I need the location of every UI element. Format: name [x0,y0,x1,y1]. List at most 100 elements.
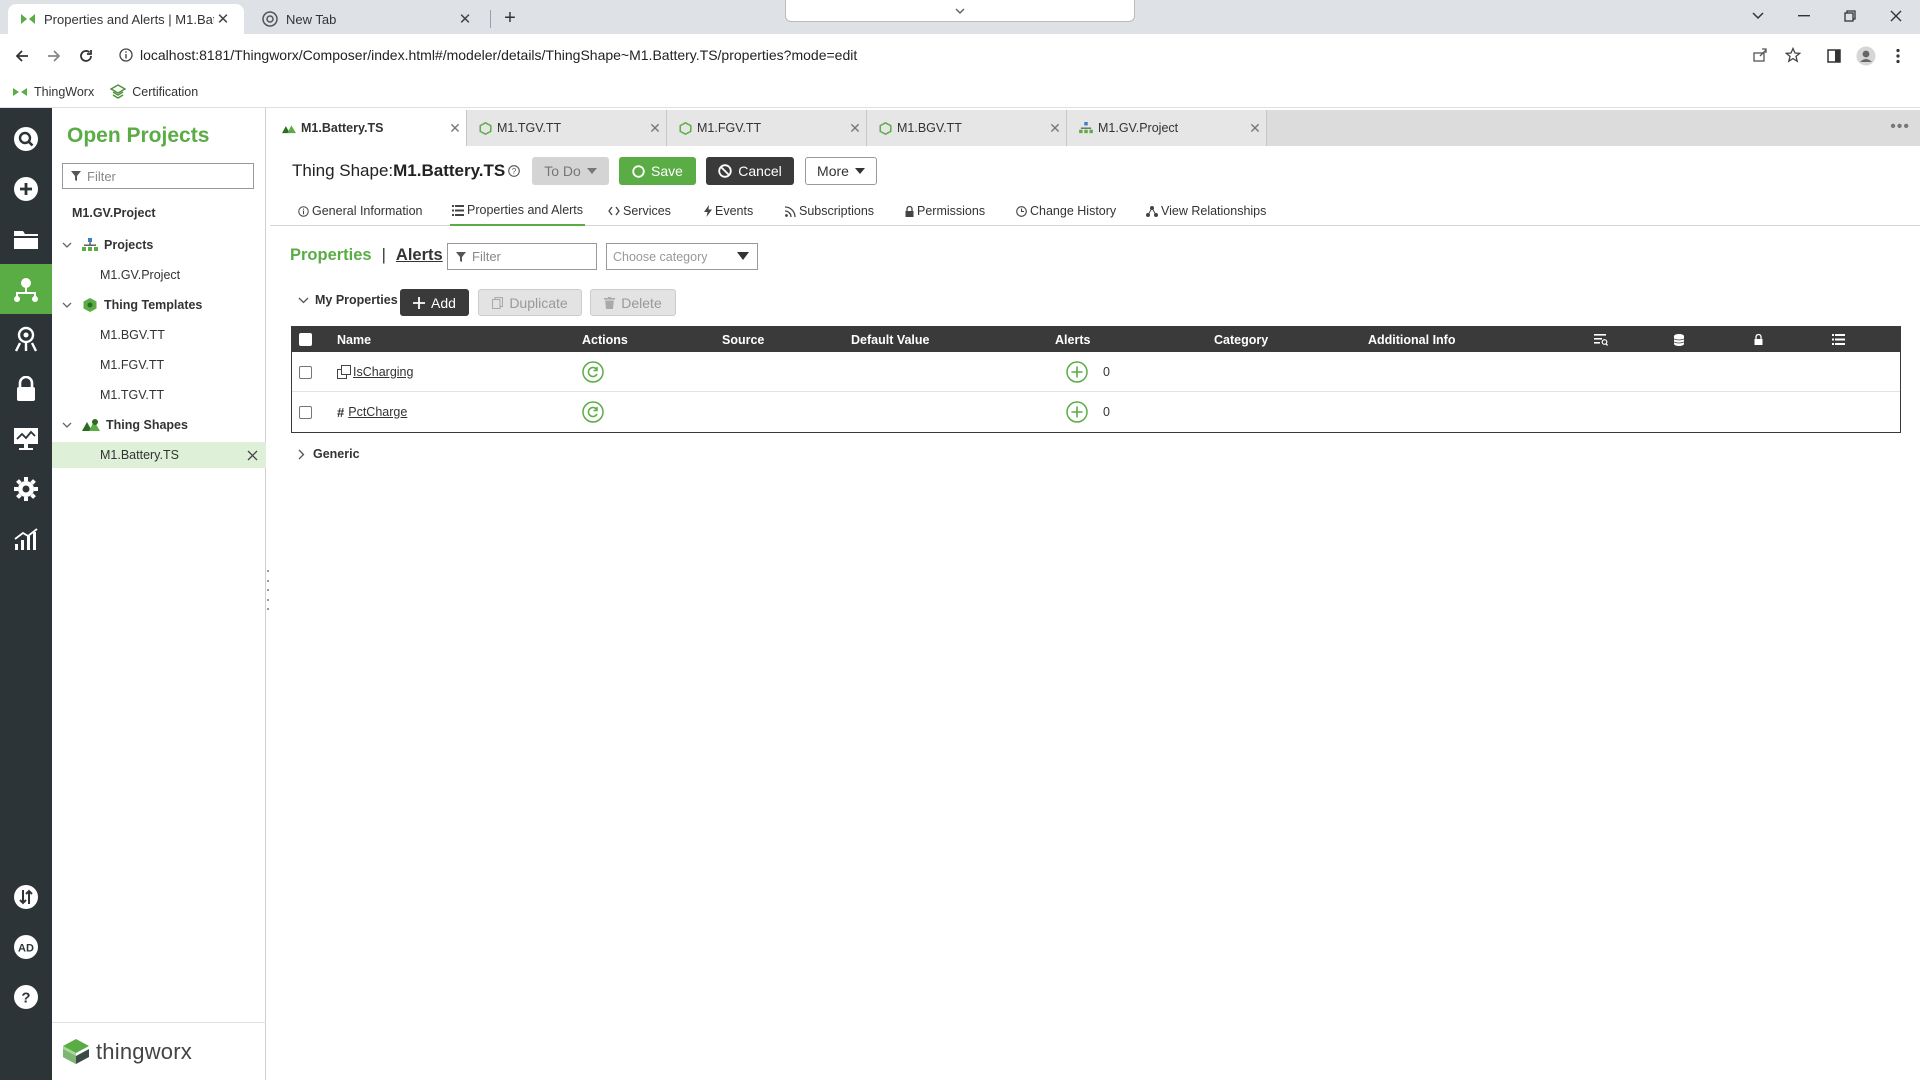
plus-circle-icon[interactable] [0,164,52,214]
tab-general-information[interactable]: General Information [298,196,422,226]
column-header-source[interactable]: Source [722,327,764,352]
side-panel-icon[interactable] [1820,42,1848,70]
browser-menu-icon[interactable] [1884,42,1912,70]
duplicate-button[interactable]: Duplicate [478,289,582,316]
browser-tab-newtab[interactable]: New Tab ✕ [250,4,486,34]
tab-permissions[interactable]: Permissions [905,196,985,226]
close-tab-icon[interactable]: ✕ [214,10,232,28]
profile-avatar-icon[interactable] [1852,42,1880,70]
tree-root-project[interactable]: M1.GV.Project [52,200,266,226]
url-field[interactable]: localhost:8181/Thingworx/Composer/index.… [110,40,1801,70]
gear-icon[interactable] [0,464,52,514]
delete-button[interactable]: Delete [590,289,676,316]
generic-group[interactable]: Generic [298,447,360,461]
more-tabs-icon[interactable]: ••• [1890,118,1910,136]
chevron-down-icon[interactable] [298,297,309,304]
close-window-icon[interactable] [1873,2,1919,30]
tab-subscriptions[interactable]: Subscriptions [785,196,874,226]
help-icon[interactable]: ? [0,972,52,1022]
minimize-icon[interactable] [1781,2,1827,30]
tab-m1-tgv-tt[interactable]: M1.TGV.TT ✕ [467,110,667,146]
todo-button[interactable]: To Do [532,157,609,185]
close-icon[interactable]: ✕ [444,120,466,137]
tree-item-template[interactable]: M1.BGV.TT [52,322,266,348]
my-properties-group[interactable]: My Properties [298,293,398,307]
column-header-name[interactable]: Name [337,327,371,352]
tree-item-project[interactable]: M1.GV.Project [52,262,266,288]
save-button[interactable]: Save [619,157,696,185]
panel-resize-handle[interactable] [266,570,270,610]
chevron-down-icon[interactable] [60,422,74,428]
info-icon[interactable]: ? [508,165,521,177]
tab-events[interactable]: Events [704,196,753,226]
back-icon[interactable] [8,42,36,70]
column-header-category[interactable]: Category [1214,327,1268,352]
row-checkbox[interactable] [299,392,312,432]
browser-tab-active[interactable]: Properties and Alerts | M1.Batter ✕ [8,4,244,34]
close-icon[interactable]: ✕ [1044,120,1066,137]
tree-group-projects[interactable]: Projects [52,232,266,258]
readonly-column-lock-icon[interactable] [1754,327,1763,352]
column-header-default-value[interactable]: Default Value [851,327,930,352]
tab-m1-fgv-tt[interactable]: M1.FGV.TT ✕ [667,110,867,146]
persistent-column-icon[interactable] [1674,327,1684,352]
more-button[interactable]: More [805,157,877,185]
tab-m1-gv-project[interactable]: M1.GV.Project ✕ [1067,110,1267,146]
close-icon[interactable]: ✕ [1244,120,1266,137]
table-row[interactable]: IsCharging 0 [292,352,1900,392]
restore-icon[interactable] [1827,2,1873,30]
search-icon[interactable] [0,114,52,164]
forward-icon[interactable] [40,42,68,70]
tab-m1-battery-ts[interactable]: M1.Battery.TS ✕ [270,110,467,146]
bookmark-thingworx[interactable]: ThingWorx [12,85,94,99]
add-alert-icon[interactable] [1066,352,1088,392]
tree-group-thing-shapes[interactable]: Thing Shapes [52,412,266,438]
alerts-tab[interactable]: Alerts [396,246,443,265]
tab-services[interactable]: Services [608,196,671,226]
category-select[interactable]: Choose category [606,243,758,270]
properties-tab[interactable]: Properties [290,246,372,265]
lock-icon[interactable] [0,364,52,414]
column-header-additional-info[interactable]: Additional Info [1368,327,1455,352]
analytics-icon[interactable] [0,514,52,564]
share-icon[interactable] [1750,45,1770,65]
chevron-right-icon[interactable] [298,449,305,460]
add-alert-icon[interactable] [1066,392,1088,432]
tab-m1-bgv-tt[interactable]: M1.BGV.TT ✕ [867,110,1067,146]
close-icon[interactable] [238,450,266,461]
hub-icon[interactable] [0,314,52,364]
property-name-link[interactable]: PctCharge [348,405,407,419]
site-info-icon[interactable] [116,45,136,65]
table-row[interactable]: # PctCharge 0 [292,392,1900,432]
row-checkbox[interactable] [299,352,312,392]
property-name-link[interactable]: IsCharging [353,365,413,379]
tab-properties-and-alerts[interactable]: Properties and Alerts [450,196,586,226]
column-header-alerts[interactable]: Alerts [1055,327,1090,352]
network-icon[interactable] [0,264,52,314]
tab-change-history[interactable]: Change History [1016,196,1116,226]
cancel-button[interactable]: Cancel [706,157,794,185]
tab-view-relationships[interactable]: View Relationships [1146,196,1266,226]
import-export-icon[interactable] [0,872,52,922]
ad-icon[interactable]: AD [0,922,52,972]
tree-item-thing-shape-selected[interactable]: M1.Battery.TS [52,442,266,468]
property-filter-input[interactable]: Filter [447,243,597,270]
bookmark-star-icon[interactable] [1783,45,1803,65]
tree-item-template[interactable]: M1.TGV.TT [52,382,266,408]
folder-icon[interactable] [0,214,52,264]
tree-group-thing-templates[interactable]: Thing Templates [52,292,266,318]
tab-search-dropdown[interactable] [785,0,1135,22]
monitor-icon[interactable] [0,414,52,464]
close-icon[interactable]: ✕ [844,120,866,137]
new-tab-button[interactable]: + [498,6,522,30]
close-icon[interactable]: ✕ [644,120,666,137]
reload-icon[interactable] [72,42,100,70]
close-tab-icon[interactable]: ✕ [456,10,474,28]
tab-list-icon[interactable] [1735,2,1781,30]
bookmark-certification[interactable]: Certification [110,83,198,100]
chevron-down-icon[interactable] [60,242,74,248]
chevron-down-icon[interactable] [60,302,74,308]
column-chooser-icon[interactable] [1832,327,1845,352]
add-property-button[interactable]: Add [400,289,469,316]
select-all-checkbox[interactable] [299,327,312,352]
